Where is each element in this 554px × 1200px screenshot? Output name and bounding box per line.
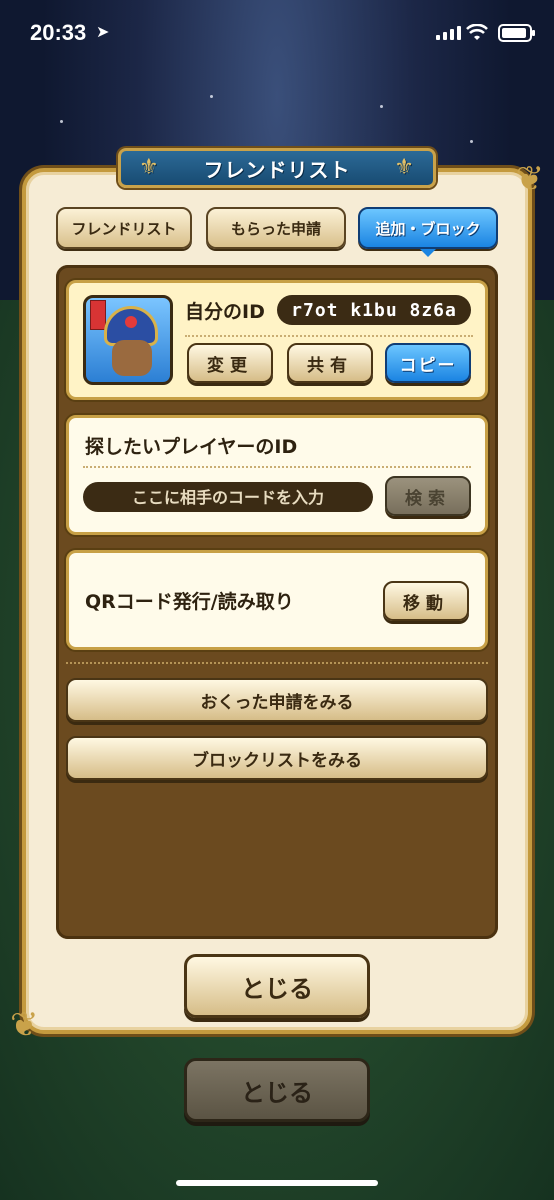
qr-move-button[interactable]: 移動 bbox=[383, 581, 469, 621]
tab-friend-list[interactable]: フレンドリスト bbox=[56, 207, 192, 249]
avatar bbox=[83, 295, 173, 385]
signal-bars-icon bbox=[436, 26, 461, 40]
star bbox=[60, 120, 63, 123]
star bbox=[210, 95, 213, 98]
star bbox=[470, 140, 473, 143]
search-label: 探したいプレイヤーのID bbox=[85, 436, 298, 458]
divider bbox=[83, 466, 471, 468]
copy-button[interactable]: コピー bbox=[385, 343, 471, 383]
active-tab-pointer bbox=[420, 249, 436, 257]
share-button[interactable]: 共有 bbox=[287, 343, 373, 383]
sent-requests-button[interactable]: おくった申請をみる bbox=[66, 678, 488, 722]
search-button[interactable]: 検索 bbox=[385, 476, 471, 516]
change-button[interactable]: 変更 bbox=[187, 343, 273, 383]
block-list-button[interactable]: ブロックリストをみる bbox=[66, 736, 488, 780]
tab-received-requests[interactable]: もらった申請 bbox=[206, 207, 346, 249]
search-player-card: 探したいプレイヤーのID 検索 bbox=[66, 415, 488, 535]
corner-ornament-icon: ❦ bbox=[515, 159, 545, 199]
divider bbox=[185, 335, 473, 337]
fleur-icon: ⚜ bbox=[139, 155, 160, 180]
fleur-icon: ⚜ bbox=[394, 155, 415, 180]
status-bar: 20:33 ➤ bbox=[0, 0, 554, 70]
qr-label: QRコード発行/読み取り bbox=[85, 591, 294, 613]
home-indicator[interactable] bbox=[176, 1180, 378, 1186]
section-divider bbox=[66, 662, 488, 664]
background-close-button: とじる bbox=[184, 1058, 370, 1122]
location-arrow-icon: ➤ bbox=[96, 22, 110, 41]
corner-ornament-icon: ❦ bbox=[10, 1005, 39, 1045]
my-id-value: r7ot k1bu 8z6a bbox=[277, 295, 471, 325]
battery-icon bbox=[498, 24, 535, 42]
qr-card: QRコード発行/読み取り 移動 bbox=[66, 550, 488, 650]
star bbox=[380, 105, 383, 108]
close-button[interactable]: とじる bbox=[184, 954, 370, 1018]
dialog-title-banner: ⚜ フレンドリスト ⚜ bbox=[118, 148, 436, 188]
my-id-label: 自分のID bbox=[185, 301, 265, 323]
my-id-card: 自分のID r7ot k1bu 8z6a 変更 共有 コピー bbox=[66, 280, 488, 400]
status-time: 20:33 bbox=[30, 20, 87, 45]
player-id-input[interactable] bbox=[83, 482, 373, 512]
tab-add-block[interactable]: 追加・ブロック bbox=[358, 207, 498, 249]
wifi-icon bbox=[466, 24, 488, 40]
dialog-title: フレンドリスト bbox=[203, 157, 351, 182]
